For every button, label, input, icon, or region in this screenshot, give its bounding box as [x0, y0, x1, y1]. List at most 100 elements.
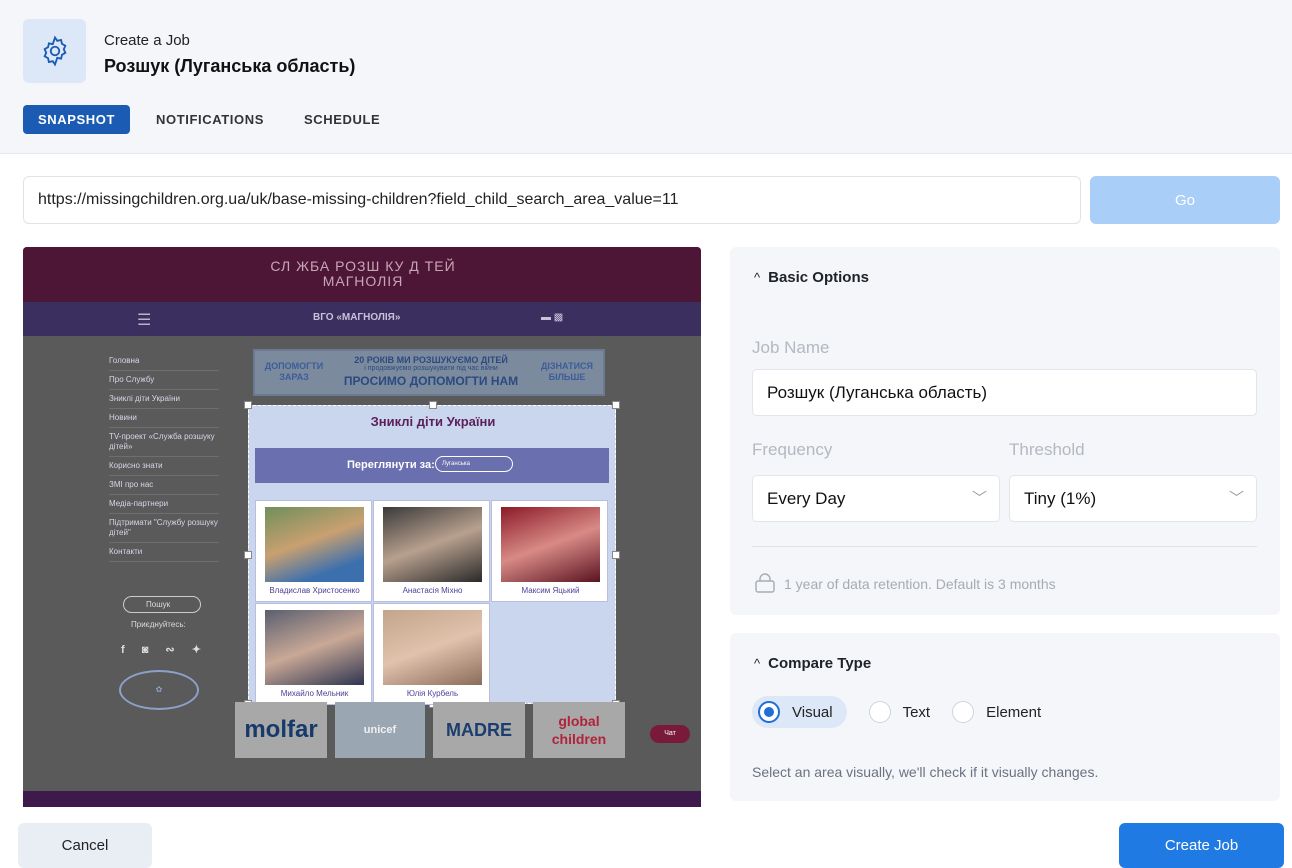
- language-flags-icon: ▬ ▩: [541, 312, 564, 323]
- banner-line-b: і продовжуємо розшукувати під час війни: [364, 365, 498, 372]
- create-job-button[interactable]: Create Job: [1119, 823, 1284, 868]
- site-nav-bar: ☰ ВГО «МАГНОЛІЯ» ▬ ▩: [23, 302, 701, 336]
- child-card: Анастасія Міхно: [373, 500, 490, 602]
- child-name: Анастасія Міхно: [402, 586, 463, 595]
- chevron-down-icon: ﹀: [971, 490, 987, 507]
- child-card: Юлія Курбель: [373, 603, 490, 705]
- cancel-button[interactable]: Cancel: [18, 823, 152, 868]
- go-button[interactable]: Go: [1090, 176, 1280, 224]
- selection-handle[interactable]: [244, 401, 252, 409]
- site-menu-item: Головна: [109, 352, 219, 371]
- basic-options-header[interactable]: ^ Basic Options: [754, 269, 869, 286]
- child-card: Михайло Мельник: [255, 603, 372, 705]
- child-name: Юлія Курбель: [406, 689, 459, 698]
- site-filter-label: Переглянути за:: [347, 459, 435, 471]
- job-name-field[interactable]: Розшук (Луганська область): [752, 369, 1257, 416]
- radio-label: Visual: [792, 703, 833, 721]
- radio-element[interactable]: Element: [952, 701, 1041, 723]
- site-filter-bar: Переглянути за: Луганська: [255, 448, 609, 483]
- site-section-title: Зниклі діти України: [370, 414, 496, 429]
- retention-text: 1 year of data retention. Default is 3 m…: [784, 576, 1056, 592]
- sponsor-logo: global children: [533, 702, 625, 758]
- site-donate-banner: ДОПОМОГТИ ЗАРАЗ 20 РОКІВ МИ РОЗШУКУЄМО Д…: [253, 349, 605, 396]
- retention-note: 1 year of data retention. Default is 3 m…: [754, 573, 1056, 593]
- page-title: Розшук (Луганська область): [104, 56, 356, 76]
- snapshot-preview[interactable]: СЛ ЖБА РОЗШ КУ Д ТЕЙ МАГНОЛІЯ ☰ ВГО «МАГ…: [23, 247, 701, 807]
- site-side-menu: Головна Про Службу Зниклі діти України Н…: [109, 352, 219, 562]
- frequency-value: Every Day: [767, 489, 846, 508]
- gear-icon-box: [23, 19, 86, 83]
- radio-visual[interactable]: Visual: [752, 696, 847, 728]
- threshold-value: Tiny (1%): [1024, 489, 1097, 508]
- site-chat-button: Чат: [650, 725, 690, 743]
- site-join-label: Приєднуйтесь:: [131, 620, 186, 629]
- selection-handle[interactable]: [429, 401, 437, 409]
- site-menu-item: Зниклі діти України: [109, 390, 219, 409]
- options-divider: [752, 546, 1257, 547]
- site-menu-item: TV-проект «Служба розшуку дітей»: [109, 428, 219, 457]
- lock-icon: [755, 573, 775, 593]
- sponsor-logo: MADRE: [433, 702, 525, 758]
- site-filter-select: Луганська: [435, 456, 513, 472]
- site-menu-item: Медіа-партнери: [109, 495, 219, 514]
- compare-type-help: Select an area visually, we'll check if …: [752, 764, 1099, 780]
- frequency-label: Frequency: [752, 440, 833, 459]
- site-logo-text: СЛ ЖБА РОЗШ КУ Д ТЕЙ МАГНОЛІЯ: [270, 258, 456, 289]
- banner-right: ДІЗНАТИСЯ БІЛЬШЕ: [540, 361, 594, 382]
- tab-notifications[interactable]: NOTIFICATIONS: [136, 105, 284, 134]
- compare-type-header[interactable]: ^ Compare Type: [754, 655, 871, 672]
- basic-options-title: Basic Options: [768, 269, 869, 286]
- child-card: Максим Яцький: [491, 500, 608, 602]
- tab-schedule[interactable]: SCHEDULE: [284, 105, 400, 134]
- radio-dot: [952, 701, 975, 723]
- site-menu-item: Про Службу: [109, 371, 219, 390]
- child-card: Владислав Христосенко: [255, 500, 372, 602]
- site-menu-item: ЗМІ про нас: [109, 476, 219, 495]
- banner-line-c: ПРОСИМО ДОПОМОГТИ НАМ: [343, 374, 519, 388]
- hamburger-icon: ☰: [137, 312, 152, 329]
- magnolia-logo-icon: ✿: [119, 670, 199, 710]
- threshold-select[interactable]: Tiny (1%) ﹀: [1009, 475, 1257, 522]
- child-photo: [265, 507, 364, 582]
- site-search-input: Пошук: [123, 596, 201, 613]
- site-menu-item: Новини: [109, 409, 219, 428]
- radio-label: Element: [986, 703, 1042, 721]
- visual-selection-area[interactable]: Зниклі діти України Переглянути за: Луга…: [244, 401, 620, 708]
- child-name: Максим Яцький: [521, 586, 580, 595]
- child-photo: [383, 610, 482, 685]
- chevron-up-icon: ^: [754, 270, 761, 285]
- site-top-banner: СЛ ЖБА РОЗШ КУ Д ТЕЙ МАГНОЛІЯ: [23, 247, 701, 302]
- site-menu-item: Підтримати "Службу розшуку дітей": [109, 514, 219, 543]
- radio-text[interactable]: Text: [868, 701, 930, 723]
- selection-handle[interactable]: [244, 551, 252, 559]
- radio-dot: [758, 701, 780, 723]
- basic-options-panel: ^ Basic Options Job Name Розшук (Луганськ…: [730, 247, 1280, 615]
- sponsor-logo: molfar: [235, 702, 327, 758]
- job-name-label: Job Name: [752, 338, 830, 357]
- compare-type-title: Compare Type: [768, 655, 872, 672]
- social-icons: f ◙ ∾ ✦: [121, 644, 208, 656]
- child-photo: [383, 507, 482, 582]
- header-subtitle: Create a Job: [104, 32, 190, 49]
- child-name: Владислав Христосенко: [269, 586, 360, 595]
- compare-type-options: Visual Text Element: [752, 696, 1063, 728]
- site-sponsors: molfar unicef MADRE global children: [235, 702, 625, 760]
- url-input[interactable]: [23, 176, 1081, 224]
- job-header: Create a Job Розшук (Луганська область) …: [0, 0, 1292, 154]
- chevron-down-icon: ﹀: [1228, 490, 1244, 507]
- site-menu-item: Корисно знати: [109, 457, 219, 476]
- selection-handle[interactable]: [612, 401, 620, 409]
- tab-snapshot[interactable]: SNAPSHOT: [23, 105, 131, 134]
- site-footer-strip: [23, 791, 701, 807]
- child-photo: [501, 507, 600, 582]
- chevron-up-icon: ^: [754, 656, 761, 671]
- tab-bar: SNAPSHOT NOTIFICATIONS SCHEDULE: [23, 105, 400, 134]
- radio-dot: [868, 701, 891, 723]
- site-menu-item: Контакти: [109, 543, 219, 562]
- sponsor-logo: unicef: [335, 702, 425, 758]
- selection-handle[interactable]: [612, 551, 620, 559]
- child-photo: [265, 610, 364, 685]
- gear-icon: [42, 35, 67, 67]
- frequency-select[interactable]: Every Day ﹀: [752, 475, 1000, 522]
- child-name: Михайло Мельник: [280, 689, 349, 698]
